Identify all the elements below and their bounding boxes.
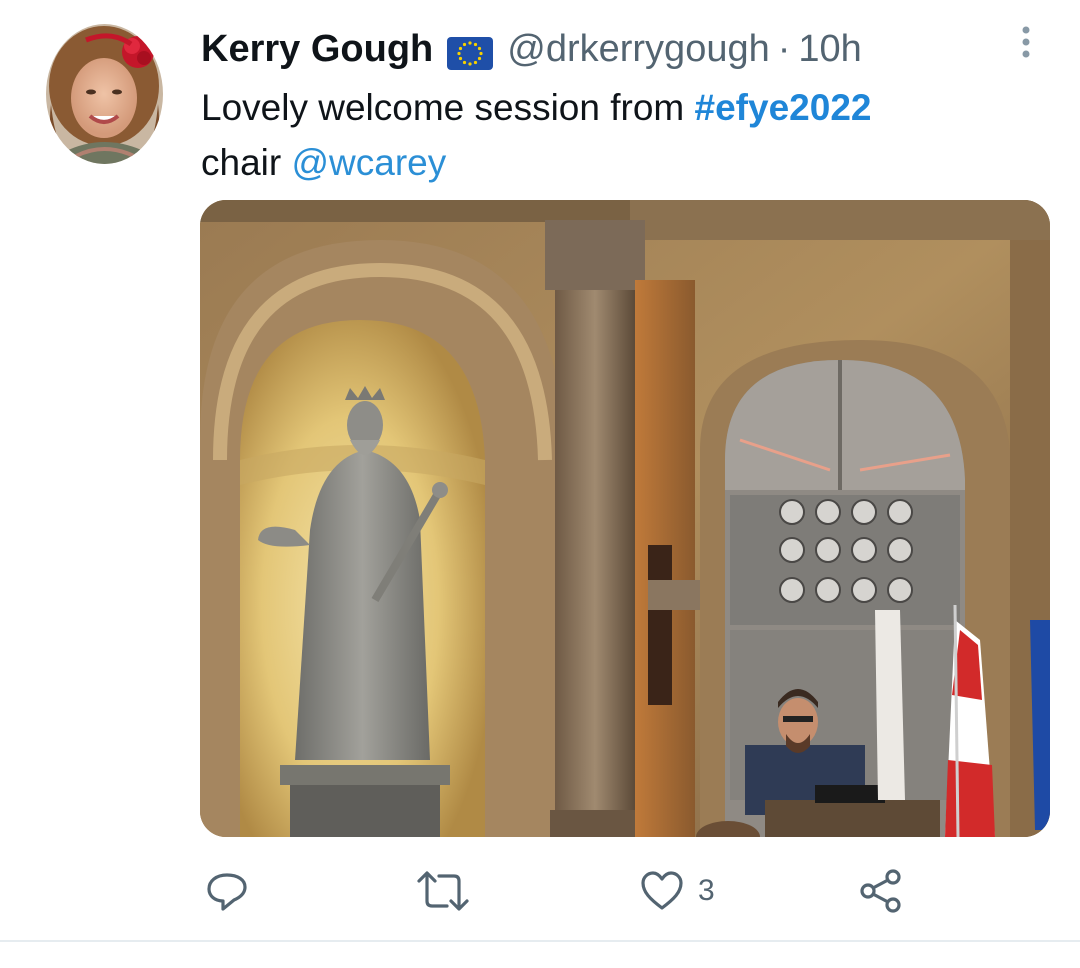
- eu-flag-icon: [447, 33, 494, 70]
- retweet-icon: [417, 871, 469, 911]
- tweet-photo[interactable]: [200, 200, 1050, 837]
- more-options-button[interactable]: [1010, 22, 1042, 62]
- heart-icon: [641, 871, 683, 910]
- more-vertical-icon: [1022, 26, 1030, 58]
- tweet-header: Kerry Gough @drkerrygough · 10h: [201, 24, 862, 74]
- retweet-button[interactable]: [415, 866, 471, 916]
- avatar[interactable]: [46, 24, 163, 164]
- tweet-divider: [0, 940, 1080, 942]
- hall-photo: [200, 200, 1050, 837]
- tweet-text: Lovely welcome session from #efye2022 ch…: [201, 80, 1021, 190]
- mention-link[interactable]: @wcarey: [291, 142, 446, 183]
- reply-icon: [207, 873, 247, 911]
- tweet-text-part: chair: [201, 142, 292, 183]
- hashtag-link[interactable]: #efye2022: [695, 87, 872, 128]
- share-icon: [860, 869, 901, 913]
- like-button[interactable]: 3: [640, 866, 715, 916]
- tweet-timestamp[interactable]: 10h: [798, 24, 861, 74]
- like-count: 3: [698, 874, 715, 907]
- separator-dot: ·: [777, 28, 791, 70]
- tweet-text-part: Lovely welcome session from: [201, 87, 695, 128]
- tweet-actions: 3: [0, 860, 1080, 920]
- share-button[interactable]: [858, 866, 904, 916]
- author-name[interactable]: Kerry Gough: [201, 24, 433, 74]
- author-handle[interactable]: @drkerrygough: [507, 24, 769, 74]
- reply-button[interactable]: [205, 866, 249, 916]
